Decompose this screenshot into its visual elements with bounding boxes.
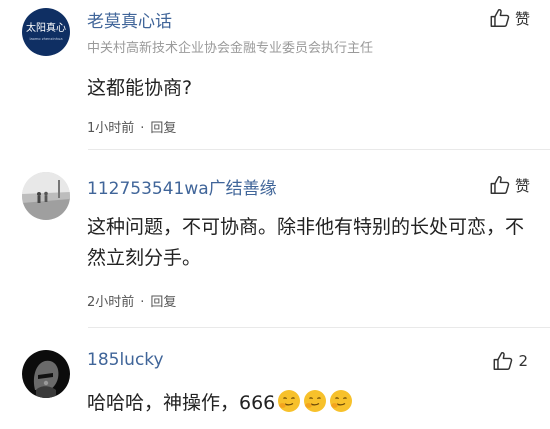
username[interactable]: 185lucky bbox=[87, 350, 164, 370]
like-label: 赞 bbox=[514, 176, 530, 195]
reply-button[interactable]: 回复 bbox=[150, 121, 176, 136]
like-button[interactable]: 赞 bbox=[489, 7, 530, 29]
comment-item: 185lucky 2 哈哈哈，神操作，666 bbox=[0, 328, 550, 429]
like-count: 2 bbox=[518, 352, 528, 370]
avatar-portrait-image bbox=[22, 350, 70, 398]
comment-text-body: 哈哈哈，神操作，666 bbox=[87, 392, 276, 414]
thumbs-up-icon bbox=[490, 9, 510, 27]
comment-text: 这都能协商? bbox=[87, 77, 193, 99]
avatar-photo-image bbox=[22, 172, 70, 220]
avatar-logo-image: 太阳真心 laomo zhenxinhua bbox=[22, 8, 70, 56]
thumbs-up-icon bbox=[494, 352, 513, 370]
comment-item: 112753541wa广结善缘 赞 这种问题，不可协商。除非他有特别的长处可恋，… bbox=[0, 150, 550, 328]
smirk-emoji-icon bbox=[330, 390, 353, 412]
meta-separator: · bbox=[140, 295, 145, 310]
avatar[interactable] bbox=[22, 172, 70, 220]
meta-separator: · bbox=[140, 121, 145, 136]
comment-time: 1小时前 bbox=[87, 121, 135, 136]
avatar[interactable]: 太阳真心 laomo zhenxinhua bbox=[22, 8, 70, 56]
like-button[interactable]: 赞 bbox=[489, 174, 530, 196]
comment-list: 太阳真心 laomo zhenxinhua 老莫真心话 中关村高新技术企业协会金… bbox=[0, 0, 550, 429]
comment-text: 哈哈哈，神操作，666 bbox=[87, 388, 528, 419]
comment-meta: 1小时前 · 回复 bbox=[87, 117, 176, 136]
username[interactable]: 112753541wa广结善缘 bbox=[87, 174, 277, 199]
comment-meta: 2小时前 · 回复 bbox=[87, 291, 176, 310]
comment-item: 太阳真心 laomo zhenxinhua 老莫真心话 中关村高新技术企业协会金… bbox=[0, 0, 550, 150]
smirk-emoji-icon bbox=[304, 390, 327, 412]
thumbs-up-icon bbox=[490, 176, 510, 194]
like-button[interactable]: 2 bbox=[492, 350, 528, 372]
avatar-subtext: laomo zhenxinhua bbox=[29, 37, 62, 41]
username[interactable]: 老莫真心话 bbox=[87, 7, 172, 32]
avatar[interactable] bbox=[22, 350, 70, 398]
reply-button[interactable]: 回复 bbox=[150, 295, 176, 310]
like-label: 赞 bbox=[514, 9, 530, 28]
comment-text: 这种问题，不可协商。除非他有特别的长处可恋，不然立刻分手。 bbox=[87, 216, 525, 269]
user-title: 中关村高新技术企业协会金融专业委员会执行主任 bbox=[87, 41, 374, 56]
comment-time: 2小时前 bbox=[87, 295, 135, 310]
avatar-text: 太阳真心 bbox=[26, 21, 66, 34]
smirk-emoji-icon bbox=[278, 390, 301, 412]
